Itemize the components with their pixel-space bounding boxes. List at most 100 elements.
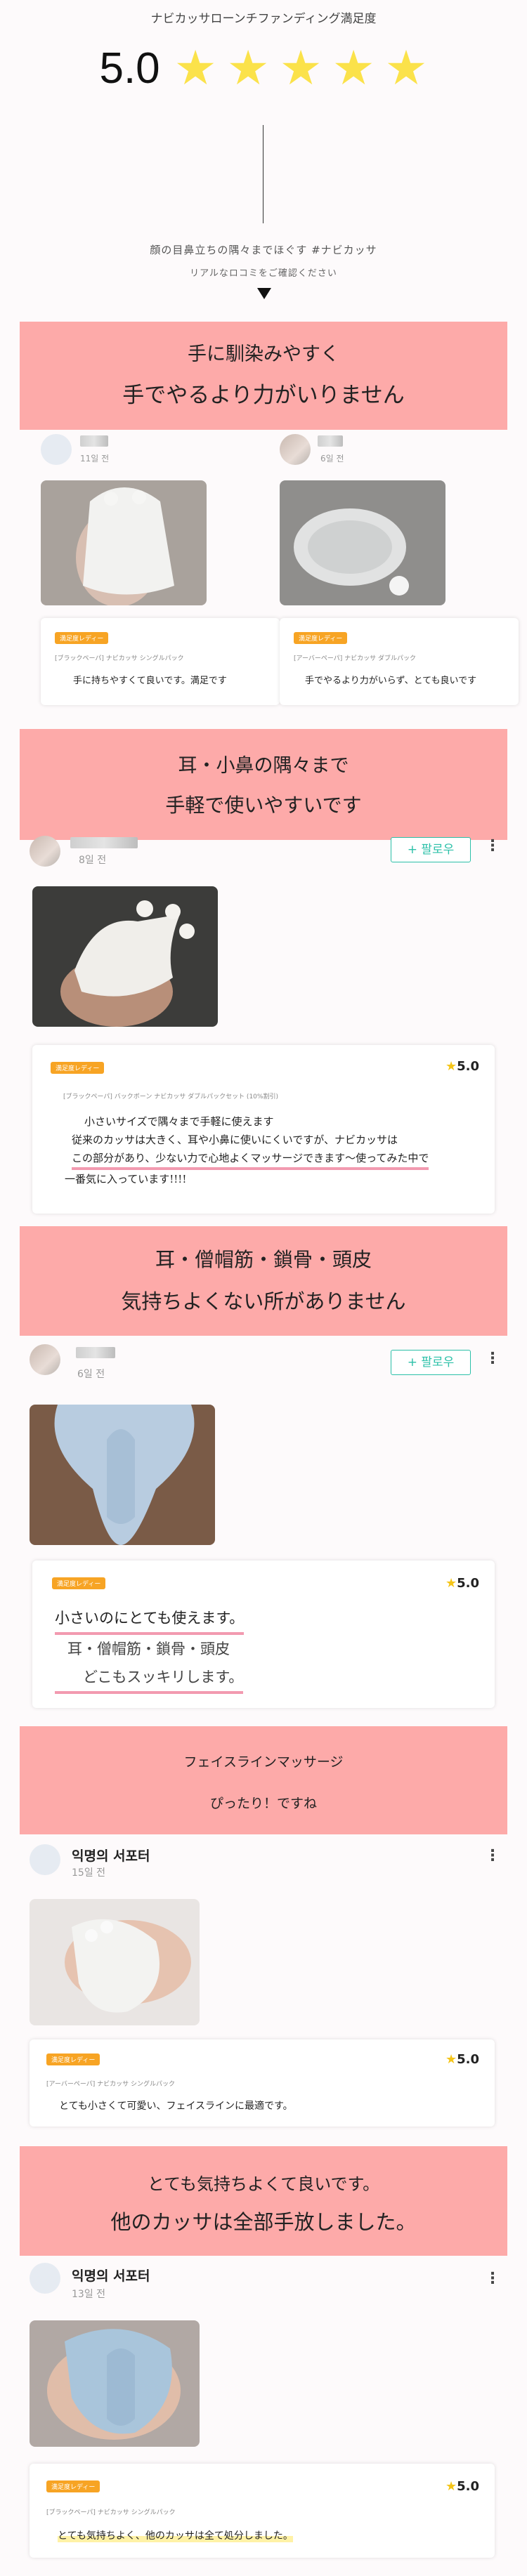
review-time: 6일 전 (77, 1369, 105, 1380)
review-text: 手に持ちやすくて良いです。満足です (73, 676, 227, 686)
review-card: 満足度レディー [ブラックペーパ] ナビカッサ シングルパック 手に持ちやすくて… (41, 618, 280, 705)
star-icon: ★ (174, 40, 217, 96)
avatar (30, 1844, 60, 1875)
score-value: 5.0 (457, 2479, 479, 2494)
review-card: 満足度レディー [アーバーペーパ] ナビカッサ ダブルパック 手でやるより力がい… (280, 618, 519, 705)
review-line: 従来のカッサは大きく、耳や小鼻に使いにくいですが、ナビカッサは (72, 1133, 398, 1146)
section-banner: フェイスラインマッサージ ぴったり！ですね (20, 1726, 507, 1834)
review-line: 小さいのにとても使えます。 (55, 1604, 245, 1635)
section-banner: 手に馴染みやすく 手でやるより力がいりません (20, 322, 507, 430)
down-arrow-icon (257, 288, 271, 299)
divider-line (263, 125, 264, 223)
review-photo-image (30, 1405, 215, 1545)
avatar (30, 836, 60, 867)
intro-sub: リアルなロコミをご確認ください (190, 268, 337, 279)
star-icon: ★ (445, 1576, 457, 1591)
review-meta: [ブラックペーパ] ナビカッサ シングルパック (46, 2509, 176, 2516)
review-badge: 満足度レディー (46, 2480, 100, 2492)
review-meta: [ブラックペーパ] ナビカッサ シングルパック (55, 655, 184, 662)
reviewer-name: 익명의 서포터 (72, 1848, 150, 1864)
review-photo[interactable] (41, 480, 207, 605)
reviewer-name (318, 435, 343, 447)
avatar (280, 434, 311, 465)
avatar (30, 2263, 60, 2294)
section-banner: とても気持ちよくて良いです。 他のカッサは全部手放しました。 (20, 2146, 507, 2256)
survey-title: ナビカッサローンチファンディング満足度 (150, 12, 377, 26)
review-photo-image (30, 1899, 200, 2025)
section-banner: 耳・僧帽筋・鎖骨・頭皮 気持ちよくない所がありません (20, 1226, 507, 1336)
review-score: ★5.0 (445, 2479, 479, 2494)
reviewer-name (76, 1347, 115, 1358)
avatar (41, 434, 72, 465)
star-icon: ★ (445, 1059, 457, 1074)
follow-button[interactable]: + 팔로우 (391, 837, 471, 862)
review-line: 一番気に入っています!!!! (65, 1173, 187, 1185)
banner-line: 手に馴染みやすく (188, 343, 339, 365)
score-value: 5.0 (457, 1576, 479, 1591)
more-options-icon[interactable]: ⋮ (485, 1847, 500, 1865)
review-page: { "header": { "survey_title": "ナビカッサローンチ… (0, 0, 527, 2576)
review-line: 小さいサイズで隅々まで手軽に使えます (84, 1115, 274, 1128)
review-score: ★5.0 (445, 2052, 479, 2067)
review-photo-image (280, 480, 445, 605)
review-text: 小さいのにとても使えます。 耳・僧帽筋・鎖骨・頭皮 どこもスッキリします。 (55, 1604, 245, 1694)
banner-line: 気持ちよくない所がありません (121, 1289, 406, 1313)
review-photo-image (41, 480, 207, 605)
review-card: 満足度レディー ★5.0 [アーバーペーパ] ナビカッサ シングルパック とても… (30, 2039, 495, 2127)
star-icon: ★ (279, 40, 323, 96)
review-photo[interactable] (280, 480, 445, 605)
rating-row: 5.0 ★ ★ ★ ★ ★ (0, 44, 527, 93)
intro-line: 顔の目鼻立ちの隅々までほぐす #ナビカッサ (150, 244, 377, 256)
review-photo-image (30, 2320, 200, 2447)
banner-line: ぴったり！ですね (209, 1796, 317, 1811)
avatar (30, 1344, 60, 1375)
follow-button[interactable]: + 팔로우 (391, 1350, 471, 1375)
more-options-icon[interactable]: ⋮ (485, 1350, 500, 1367)
review-text: とても気持ちよく、他のカッサは全て処分しました。 (58, 2528, 293, 2542)
banner-line: フェイスラインマッサージ (183, 1754, 344, 1770)
review-photo[interactable] (30, 1405, 215, 1545)
banner-line: 耳・小鼻の隅々まで (178, 755, 349, 777)
review-badge: 満足度レディー (51, 1062, 105, 1074)
star-icon: ★ (384, 40, 428, 96)
review-photo-image (32, 886, 218, 1027)
review-card: 満足度レディー ★5.0 [ブラックペーパ] バックボーン ナビカッサ ダブルパ… (32, 1045, 495, 1214)
banner-line: 手軽で使いやすいです (165, 794, 362, 817)
banner-line: とても気持ちよくて良いです。 (147, 2174, 380, 2194)
review-meta: [ブラックペーパ] バックボーン ナビカッサ ダブルパックセット (10%割引) (63, 1093, 278, 1100)
reviewer-name: 익명의 서포터 (72, 2268, 150, 2284)
review-time: 6일 전 (320, 454, 344, 464)
review-time: 13일 전 (72, 2289, 106, 2300)
review-text: とても小さくて可愛い、フェイスラインに最適です。 (59, 2101, 293, 2112)
review-text: 手でやるより力がいらず、とても良いです (305, 676, 477, 686)
review-text: 小さいサイズで隅々まで手軽に使えます 従来のカッサは大きく、耳や小鼻に使いにくい… (65, 1112, 486, 1188)
star-icon: ★ (226, 40, 270, 96)
banner-line: 他のカッサは全部手放しました。 (110, 2210, 417, 2234)
star-icon: ★ (332, 40, 375, 96)
review-badge: 満足度レディー (294, 632, 348, 644)
review-time: 15일 전 (72, 1867, 106, 1879)
review-badge: 満足度レディー (55, 632, 109, 644)
review-time: 11일 전 (80, 454, 110, 464)
average-rating: 5.0 (99, 44, 160, 93)
banner-line: 手でやるより力がいりません (122, 383, 405, 408)
review-badge: 満足度レディー (52, 1577, 106, 1589)
review-score: ★5.0 (445, 1576, 479, 1591)
more-options-icon[interactable]: ⋮ (485, 837, 500, 855)
star-icon: ★ (445, 2479, 457, 2494)
review-line: この部分があり、少ない力で心地よくマッサージできます〜使ってみた中で (72, 1149, 429, 1170)
reviewer-name (80, 435, 108, 447)
review-time: 8일 전 (79, 855, 107, 866)
review-card: 満足度レディー ★5.0 小さいのにとても使えます。 耳・僧帽筋・鎖骨・頭皮 ど… (32, 1560, 495, 1708)
header: ナビカッサローンチファンディング満足度 5.0 ★ ★ ★ ★ ★ 顔の目鼻立ち… (0, 0, 527, 299)
star-icon: ★ (445, 2052, 457, 2067)
review-card: 満足度レディー ★5.0 [ブラックペーパ] ナビカッサ シングルパック とても… (30, 2464, 495, 2558)
review-line: どこもスッキリします。 (55, 1663, 244, 1694)
review-photo[interactable] (32, 886, 218, 1027)
section-banner: 耳・小鼻の隅々まで 手軽で使いやすいです (20, 729, 507, 840)
more-options-icon[interactable]: ⋮ (485, 2270, 500, 2287)
review-photo[interactable] (30, 1899, 200, 2025)
review-meta: [アーバーペーパ] ナビカッサ シングルパック (46, 2081, 176, 2088)
review-photo[interactable] (30, 2320, 200, 2447)
reviewer-name (70, 837, 138, 848)
